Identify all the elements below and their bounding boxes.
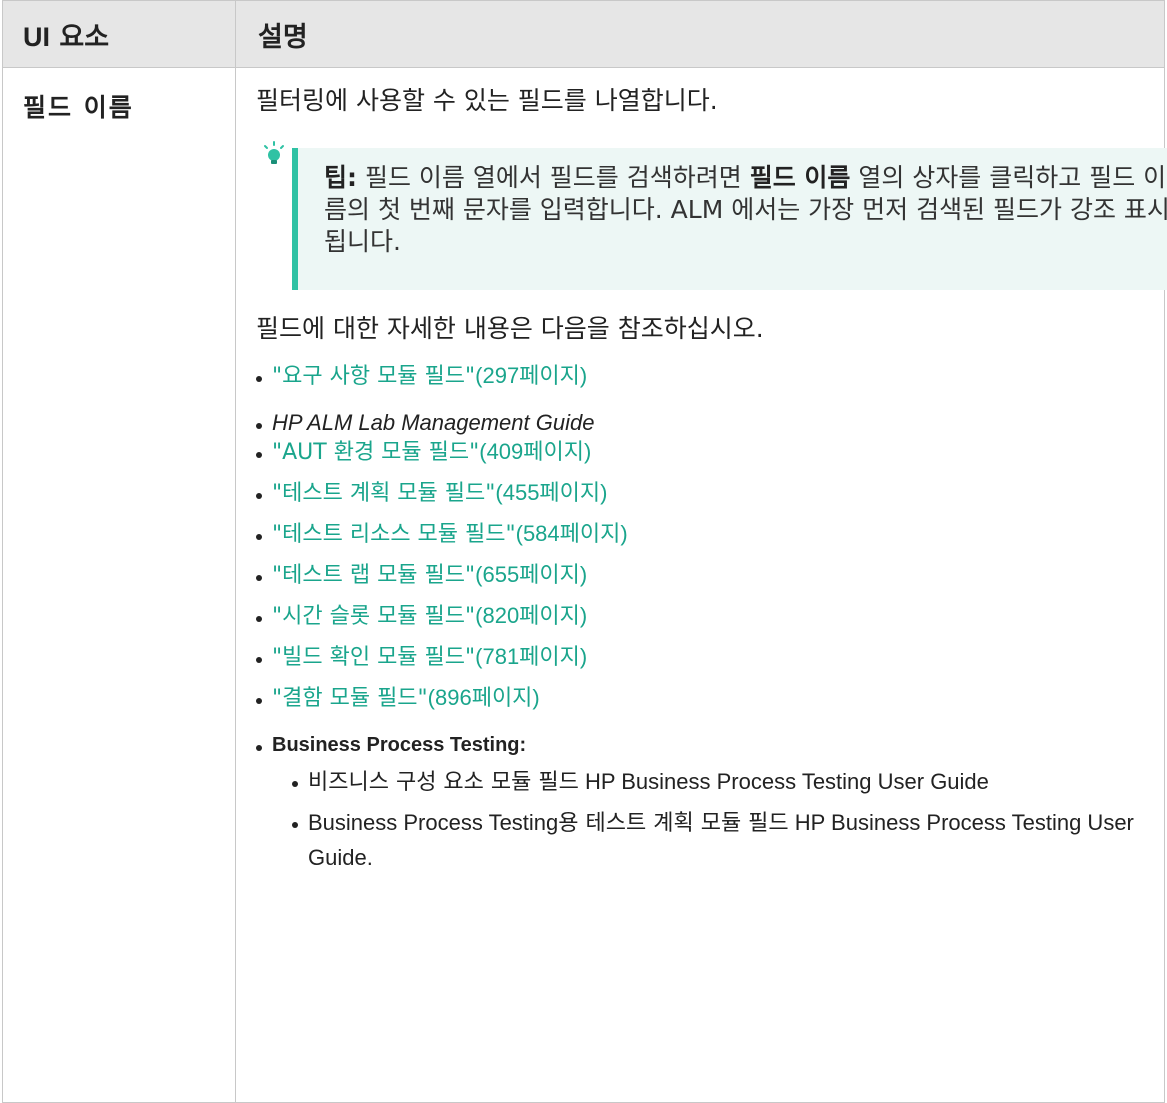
tip-label: 팁: (324, 163, 357, 192)
bpt-item-guide: HP Business Process Testing User Guide (578, 769, 989, 794)
bpt-sublist: 비즈니스 구성 요소 모듈 필드 HP Business Process Tes… (272, 765, 1142, 876)
tip-note: 팁: 필드 이름 열에서 필드를 검색하려면 필드 이름 열의 상자를 클릭하고… (264, 141, 1167, 290)
header-ui-strong: UI (23, 21, 50, 52)
header-ui-rest: 요소 (50, 21, 110, 53)
lightbulb-icon (264, 141, 284, 164)
list-item: "결함 모듈 필드"(896페이지) (256, 684, 1142, 713)
list-item: 비즈니스 구성 요소 모듈 필드 HP Business Process Tes… (292, 765, 1142, 800)
link-aut-env-fields[interactable]: "AUT 환경 모듈 필드"(409페이지) (272, 439, 591, 465)
link-build-verification-fields[interactable]: "빌드 확인 모듈 필드"(781페이지) (272, 644, 587, 670)
bpt-heading: Business Process Testing: (272, 734, 527, 756)
list-item: "테스트 랩 모듈 필드"(655페이지) (256, 561, 1142, 590)
bpt-item-ko: 용 테스트 계획 모듈 필드 (558, 811, 789, 836)
tip-text-before: 필드 이름 열에서 필드를 검색하려면 (357, 163, 750, 192)
list-item: HP ALM Lab Management Guide (256, 409, 1142, 438)
description-cell: 필터링에 사용할 수 있는 필드를 나열합니다. 팁: 필드 이름 열에서 필드… (235, 67, 1167, 1103)
reference-list: "요구 사항 모듈 필드"(297페이지) HP ALM Lab Managem… (256, 362, 1142, 876)
list-item: Business Process Testing용 테스트 계획 모듈 필드 H… (292, 806, 1142, 876)
field-name-cell: 필드 이름 (2, 67, 236, 1103)
list-item: "테스트 계획 모듈 필드"(455페이지) (256, 479, 1142, 508)
lab-management-guide: HP ALM Lab Management Guide (272, 410, 595, 435)
bpt-item-prefix: Business Process Testing (308, 810, 559, 835)
link-test-plan-fields[interactable]: "테스트 계획 모듈 필드"(455페이지) (272, 480, 607, 506)
bpt-item-ko: 비즈니스 구성 요소 모듈 필드 (308, 770, 579, 795)
list-item: Business Process Testing: 비즈니스 구성 요소 모듈 … (256, 731, 1142, 876)
list-item: "시간 슬롯 모듈 필드"(820페이지) (256, 602, 1142, 631)
link-defects-fields[interactable]: "결함 모듈 필드"(896페이지) (272, 685, 540, 711)
list-item: "AUT 환경 모듈 필드"(409페이지) (256, 438, 1142, 467)
ui-elements-table: UI 요소 설명 필드 이름 필터링에 사용할 수 있는 필드를 나열합니다. (2, 0, 1167, 1103)
detail-text: 필드에 대한 자세한 내용은 다음을 참조하십시오. (256, 314, 764, 343)
table-row: 필드 이름 필터링에 사용할 수 있는 필드를 나열합니다. 팁: 필드 이름 … (2, 67, 1167, 1103)
link-requirements-fields[interactable]: "요구 사항 모듈 필드"(297페이지) (272, 363, 587, 389)
header-ui-element: UI 요소 (2, 0, 236, 68)
header-description: 설명 (235, 0, 1165, 68)
table-header-row: UI 요소 설명 (2, 0, 1165, 68)
list-item: "빌드 확인 모듈 필드"(781페이지) (256, 643, 1142, 672)
intro-text: 필터링에 사용할 수 있는 필드를 나열합니다. (256, 86, 718, 115)
link-timeslot-fields[interactable]: "시간 슬롯 모듈 필드"(820페이지) (272, 603, 587, 629)
link-test-resources-fields[interactable]: "테스트 리소스 모듈 필드"(584페이지) (272, 521, 628, 547)
list-item: "테스트 리소스 모듈 필드"(584페이지) (256, 520, 1142, 549)
tip-box: 팁: 필드 이름 열에서 필드를 검색하려면 필드 이름 열의 상자를 클릭하고… (292, 148, 1167, 290)
tip-bold-field-name: 필드 이름 (749, 163, 851, 192)
list-item: "요구 사항 모듈 필드"(297페이지) (256, 362, 1142, 391)
link-test-lab-fields[interactable]: "테스트 랩 모듈 필드"(655페이지) (272, 562, 587, 588)
